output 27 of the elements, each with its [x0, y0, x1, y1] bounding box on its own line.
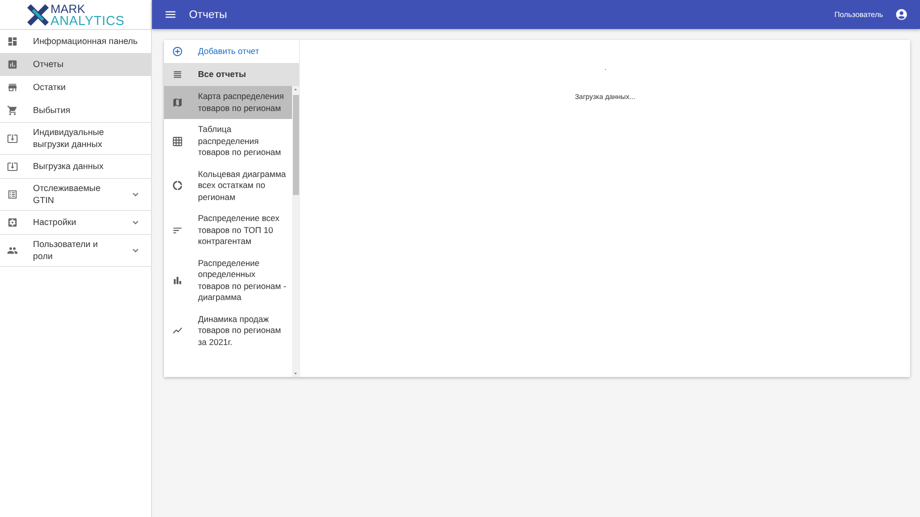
cart-icon	[7, 105, 18, 116]
people-icon	[7, 245, 18, 256]
map-icon	[172, 97, 183, 108]
report-item[interactable]: Карта распределения товаров по регионам	[164, 86, 292, 119]
list-icon	[7, 189, 18, 200]
all-reports-item[interactable]: Все отчеты	[164, 63, 299, 86]
add-report-button[interactable]: Добавить отчет	[164, 40, 299, 63]
scrollbar[interactable]	[292, 86, 299, 377]
store-icon	[7, 82, 18, 93]
account-icon[interactable]	[895, 8, 908, 21]
donut-icon	[172, 180, 183, 192]
grid-icon	[172, 136, 183, 147]
menu-lines-icon	[172, 69, 183, 80]
bar-chart-icon	[172, 275, 183, 286]
download-icon	[7, 161, 18, 172]
add-icon	[172, 46, 183, 57]
settings-icon	[7, 217, 18, 228]
chart-icon	[7, 59, 18, 70]
dashboard-icon	[7, 36, 18, 47]
sidebar-item[interactable]: Отчеты	[0, 53, 151, 76]
download-icon	[7, 133, 18, 144]
page-title: Отчеты	[189, 8, 228, 20]
scroll-down-icon[interactable]	[292, 370, 299, 377]
logo-icon	[26, 4, 48, 26]
logo-text: MARK	[50, 4, 86, 14]
line-chart-icon	[172, 325, 183, 336]
logo-text: ANALYTICS	[50, 14, 124, 26]
